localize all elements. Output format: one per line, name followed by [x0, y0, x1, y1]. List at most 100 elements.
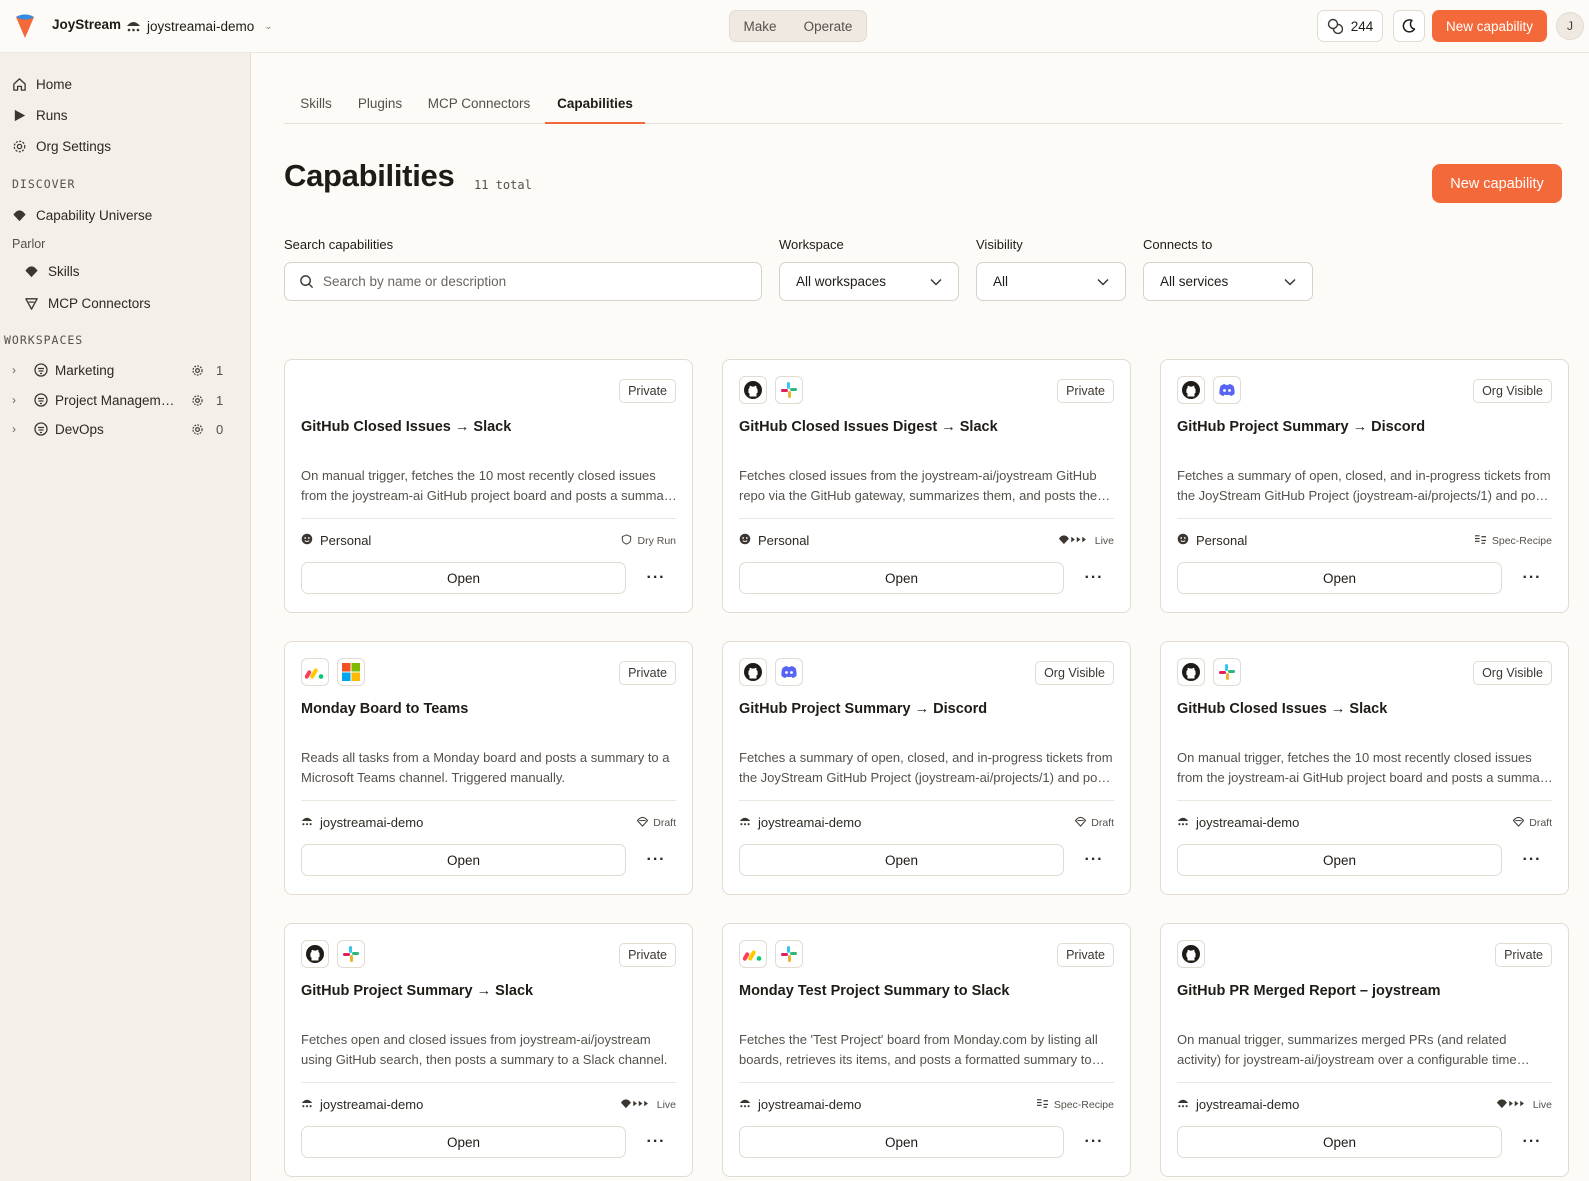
- workspace-select[interactable]: All workspaces: [779, 262, 959, 301]
- more-options-button[interactable]: ···: [1516, 844, 1548, 876]
- discord-icon: [1213, 376, 1241, 404]
- sidebar-item-skills[interactable]: Skills: [24, 260, 80, 282]
- tab-capabilities[interactable]: Capabilities: [545, 86, 645, 124]
- owner-name: Personal: [758, 533, 810, 548]
- gear-icon[interactable]: [191, 364, 204, 377]
- capability-title[interactable]: Monday Test Project Summary to Slack: [739, 983, 1009, 999]
- capability-description: Fetches a summary of open, closed, and i…: [739, 750, 1114, 785]
- tab-skills[interactable]: Skills: [296, 86, 336, 124]
- more-options-button[interactable]: ···: [1516, 562, 1548, 594]
- workspace-item-devops[interactable]: › DevOps 0: [12, 418, 238, 440]
- chevron-down-icon: [1284, 278, 1296, 286]
- divider: [301, 800, 676, 801]
- capability-card[interactable]: Private GitHub PR Merged Report – joystr…: [1160, 923, 1569, 1177]
- owner-name: joystreamai-demo: [320, 1097, 424, 1112]
- mode-operate[interactable]: Operate: [804, 19, 853, 34]
- gear-icon[interactable]: [191, 394, 204, 407]
- capability-card[interactable]: Private GitHub Closed Issues Digest → Sl…: [722, 359, 1131, 613]
- sidebar-item-capability-universe[interactable]: Capability Universe: [12, 204, 152, 226]
- open-button[interactable]: Open: [301, 844, 626, 876]
- capability-card[interactable]: Private Monday Test Project Summary to S…: [722, 923, 1131, 1177]
- mode-make[interactable]: Make: [744, 19, 777, 34]
- open-button[interactable]: Open: [301, 562, 626, 594]
- more-options-button[interactable]: ···: [1078, 1126, 1110, 1158]
- more-options-button[interactable]: ···: [640, 1126, 672, 1158]
- workspace-label: DevOps: [55, 421, 104, 437]
- capability-card[interactable]: Private Monday Board to Teams Reads all …: [284, 641, 693, 895]
- capability-card[interactable]: Org Visible GitHub Project Summary → Dis…: [1160, 359, 1569, 613]
- funnel-icon: [25, 297, 38, 310]
- visibility-badge: Private: [619, 379, 676, 403]
- service-icons: [1177, 658, 1241, 686]
- credits-button[interactable]: 244: [1317, 10, 1383, 42]
- personal-icon: [301, 533, 313, 548]
- new-capability-button[interactable]: New capability: [1432, 164, 1562, 203]
- sidebar-item-home[interactable]: Home: [12, 73, 72, 95]
- tab-plugins[interactable]: Plugins: [356, 86, 404, 124]
- sidebar-item-mcp-connectors[interactable]: MCP Connectors: [24, 292, 151, 314]
- capability-title[interactable]: Monday Board to Teams: [301, 701, 468, 717]
- sidebar-item-org-settings[interactable]: Org Settings: [12, 135, 111, 157]
- more-options-button[interactable]: ···: [1078, 562, 1110, 594]
- workspace-item-project-management[interactable]: › Project Management 1: [12, 389, 238, 411]
- more-options-button[interactable]: ···: [1516, 1126, 1548, 1158]
- connects-select[interactable]: All services: [1143, 262, 1313, 301]
- avatar[interactable]: J: [1556, 12, 1584, 40]
- capability-title[interactable]: GitHub Project Summary → Discord: [1177, 419, 1425, 435]
- capability-title[interactable]: GitHub PR Merged Report – joystream: [1177, 983, 1440, 999]
- sidebar-item-runs[interactable]: Runs: [12, 104, 68, 126]
- monday-icon: [739, 940, 767, 968]
- gear-icon[interactable]: [191, 423, 204, 436]
- capability-title[interactable]: GitHub Project Summary → Discord: [739, 701, 987, 717]
- top-new-capability-button[interactable]: New capability: [1432, 10, 1547, 42]
- capability-card[interactable]: Private GitHub Closed Issues → Slack On …: [284, 359, 693, 613]
- capability-title[interactable]: GitHub Project Summary → Slack: [301, 983, 533, 999]
- open-button[interactable]: Open: [739, 844, 1064, 876]
- workspace-label: Project Management: [55, 392, 179, 408]
- service-icons: [1177, 376, 1241, 404]
- org-icon: [301, 1097, 313, 1112]
- capability-title[interactable]: GitHub Closed Issues → Slack: [1177, 701, 1387, 717]
- more-options-button[interactable]: ···: [640, 562, 672, 594]
- workspace-item-marketing[interactable]: › Marketing 1: [12, 359, 238, 381]
- search-input[interactable]: [323, 274, 743, 289]
- open-button[interactable]: Open: [1177, 844, 1502, 876]
- open-button[interactable]: Open: [1177, 1126, 1502, 1158]
- more-options-button[interactable]: ···: [640, 844, 672, 876]
- status-indicator: Spec-Recipe: [1036, 1098, 1114, 1112]
- chevron-right-icon[interactable]: ›: [12, 393, 24, 407]
- org-icon: [1177, 1097, 1189, 1112]
- more-options-button[interactable]: ···: [1078, 844, 1110, 876]
- capability-card[interactable]: Org Visible GitHub Project Summary → Dis…: [722, 641, 1131, 895]
- visibility-badge: Private: [1495, 943, 1552, 967]
- open-button[interactable]: Open: [301, 1126, 626, 1158]
- org-icon: [127, 22, 140, 32]
- org-switcher[interactable]: joystreamai-demo ⌄: [126, 13, 273, 39]
- capability-title[interactable]: GitHub Closed Issues Digest → Slack: [739, 419, 998, 435]
- gear-icon: [13, 140, 26, 152]
- open-button[interactable]: Open: [739, 1126, 1064, 1158]
- top-bar: JoyStream joystreamai-demo ⌄ Make Operat…: [0, 0, 1589, 53]
- open-button[interactable]: Open: [739, 562, 1064, 594]
- owner: joystreamai-demo: [301, 815, 423, 830]
- credits-count: 244: [1350, 18, 1374, 34]
- chevron-right-icon[interactable]: ›: [12, 363, 24, 377]
- theme-toggle-button[interactable]: [1393, 10, 1425, 42]
- visibility-filter-label: Visibility: [976, 237, 1023, 252]
- slack-icon: [775, 376, 803, 404]
- app-name[interactable]: JoyStream: [52, 17, 121, 32]
- home-icon: [13, 77, 26, 91]
- personal-icon: [739, 533, 751, 548]
- tab-mcp-connectors[interactable]: MCP Connectors: [425, 86, 533, 124]
- capability-card[interactable]: Private GitHub Project Summary → Slack F…: [284, 923, 693, 1177]
- chevron-right-icon[interactable]: ›: [12, 422, 24, 436]
- open-button[interactable]: Open: [1177, 562, 1502, 594]
- capability-title[interactable]: GitHub Closed Issues → Slack: [301, 419, 511, 435]
- capability-description: Reads all tasks from a Monday board and …: [301, 750, 670, 785]
- org-name: joystreamai-demo: [147, 18, 255, 34]
- org-icon: [739, 1097, 751, 1112]
- divider: [739, 1082, 1114, 1083]
- joystream-logo-icon[interactable]: [14, 13, 36, 39]
- capability-card[interactable]: Org Visible GitHub Closed Issues → Slack…: [1160, 641, 1569, 895]
- visibility-select[interactable]: All: [976, 262, 1126, 301]
